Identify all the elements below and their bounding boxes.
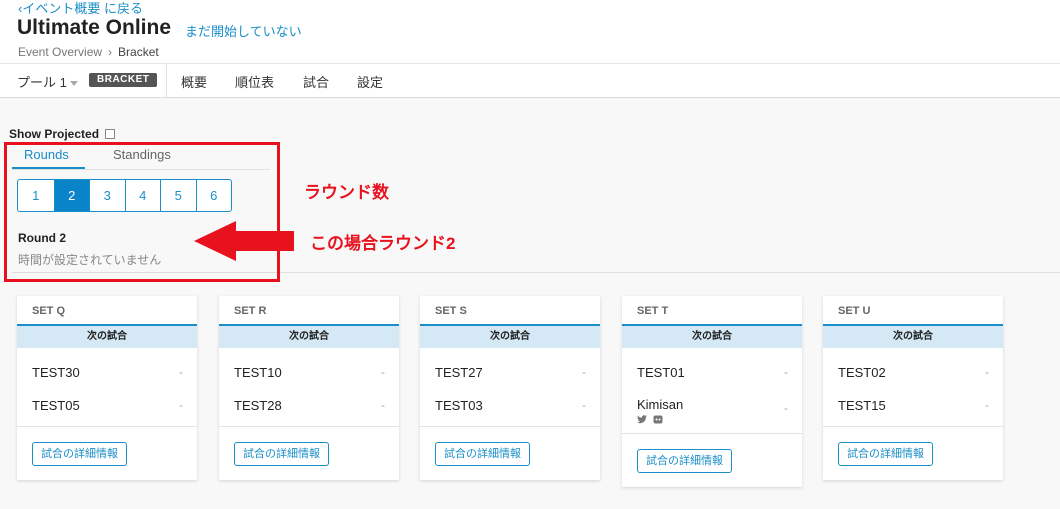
team-score: - bbox=[985, 365, 989, 379]
match-details-button[interactable]: 試合の詳細情報 bbox=[435, 442, 530, 466]
set-title: SET S bbox=[420, 296, 600, 326]
match-details-button[interactable]: 試合の詳細情報 bbox=[234, 442, 329, 466]
team-score: - bbox=[985, 398, 989, 412]
team-name: TEST03 bbox=[435, 398, 483, 413]
annotation-this-case: この場合ラウンド2 bbox=[310, 234, 456, 253]
next-match-label: 次の試合 bbox=[622, 326, 802, 348]
nav-item-overview[interactable]: 概要 bbox=[181, 72, 207, 91]
team-row: TEST15 - bbox=[823, 389, 1003, 422]
nav-item-matches[interactable]: 試合 bbox=[303, 72, 329, 91]
discord-icon[interactable] bbox=[653, 415, 663, 424]
team-row: TEST01 - bbox=[622, 356, 802, 389]
match-card-set-t: SET T 次の試合 TEST01 - Kimisan - 試合の詳細情報 bbox=[622, 296, 802, 487]
team-row: TEST27 - bbox=[420, 356, 600, 389]
next-match-label: 次の試合 bbox=[420, 326, 600, 348]
annotation-round-count: ラウンド数 bbox=[304, 183, 389, 202]
page-title: Ultimate Online bbox=[17, 16, 172, 39]
team-name: TEST27 bbox=[435, 365, 483, 380]
team-row: TEST30 - bbox=[17, 356, 197, 389]
team-score: - bbox=[582, 365, 586, 379]
show-projected-toggle[interactable]: Show Projected bbox=[9, 127, 116, 141]
team-name: TEST02 bbox=[838, 365, 886, 380]
match-card-set-r: SET R 次の試合 TEST10 - TEST28 - 試合の詳細情報 bbox=[219, 296, 399, 480]
page-header: ‹イベント概要 に戻る Ultimate Online まだ開始していない Ev… bbox=[0, 0, 1060, 63]
event-status: まだ開始していない bbox=[185, 24, 302, 39]
team-name: TEST01 bbox=[637, 365, 685, 380]
team-score: - bbox=[784, 401, 788, 415]
back-to-event-overview-link[interactable]: ‹イベント概要 に戻る bbox=[18, 0, 143, 17]
event-nav: プール 1 BRACKET 概要 順位表 試合 設定 bbox=[0, 63, 1060, 98]
nav-item-standings[interactable]: 順位表 bbox=[235, 72, 274, 91]
team-score: - bbox=[179, 398, 183, 412]
show-projected-checkbox[interactable] bbox=[105, 129, 116, 139]
team-name: TEST30 bbox=[32, 365, 80, 380]
match-details-button[interactable]: 試合の詳細情報 bbox=[838, 442, 933, 466]
set-title: SET U bbox=[823, 296, 1003, 326]
team-row: TEST03 - bbox=[420, 389, 600, 422]
team-row: TEST10 - bbox=[219, 356, 399, 389]
chevron-right-icon: › bbox=[108, 45, 113, 59]
nav-divider bbox=[166, 64, 167, 98]
match-card-set-u: SET U 次の試合 TEST02 - TEST15 - 試合の詳細情報 bbox=[823, 296, 1003, 480]
chevron-down-icon bbox=[69, 81, 78, 87]
set-title: SET T bbox=[622, 296, 802, 326]
pool-select-label: プール 1 bbox=[17, 75, 67, 90]
team-score: - bbox=[582, 398, 586, 412]
next-match-label: 次の試合 bbox=[219, 326, 399, 348]
team-name: TEST10 bbox=[234, 365, 282, 380]
next-match-label: 次の試合 bbox=[17, 326, 197, 348]
match-card-set-q: SET Q 次の試合 TEST30 - TEST05 - 試合の詳細情報 bbox=[17, 296, 197, 480]
team-score: - bbox=[381, 398, 385, 412]
arrow-left-icon bbox=[194, 221, 294, 261]
pool-select[interactable]: プール 1 bbox=[17, 72, 78, 91]
team-row: TEST05 - bbox=[17, 389, 197, 422]
match-details-button[interactable]: 試合の詳細情報 bbox=[637, 449, 732, 473]
team-name: TEST28 bbox=[234, 398, 282, 413]
bracket-badge: BRACKET bbox=[89, 73, 158, 87]
breadcrumb-bracket: Bracket bbox=[118, 45, 159, 59]
team-score: - bbox=[179, 365, 183, 379]
team-score: - bbox=[784, 365, 788, 379]
annotation-highlight-box bbox=[4, 142, 280, 282]
set-title: SET Q bbox=[17, 296, 197, 326]
twitter-icon[interactable] bbox=[637, 415, 647, 424]
team-name: TEST15 bbox=[838, 398, 886, 413]
breadcrumb: Event Overview › Bracket bbox=[18, 45, 159, 59]
show-projected-label: Show Projected bbox=[9, 127, 100, 141]
set-title: SET R bbox=[219, 296, 399, 326]
team-social-links bbox=[637, 415, 802, 424]
nav-item-settings[interactable]: 設定 bbox=[357, 72, 383, 91]
match-details-button[interactable]: 試合の詳細情報 bbox=[32, 442, 127, 466]
team-name: TEST05 bbox=[32, 398, 80, 413]
team-score: - bbox=[381, 365, 385, 379]
breadcrumb-event-overview[interactable]: Event Overview bbox=[18, 45, 102, 59]
team-row: TEST02 - bbox=[823, 356, 1003, 389]
team-row: TEST28 - bbox=[219, 389, 399, 422]
team-name: Kimisan bbox=[637, 397, 684, 412]
team-row: Kimisan - bbox=[622, 389, 802, 429]
next-match-label: 次の試合 bbox=[823, 326, 1003, 348]
match-card-set-s: SET S 次の試合 TEST27 - TEST03 - 試合の詳細情報 bbox=[420, 296, 600, 480]
